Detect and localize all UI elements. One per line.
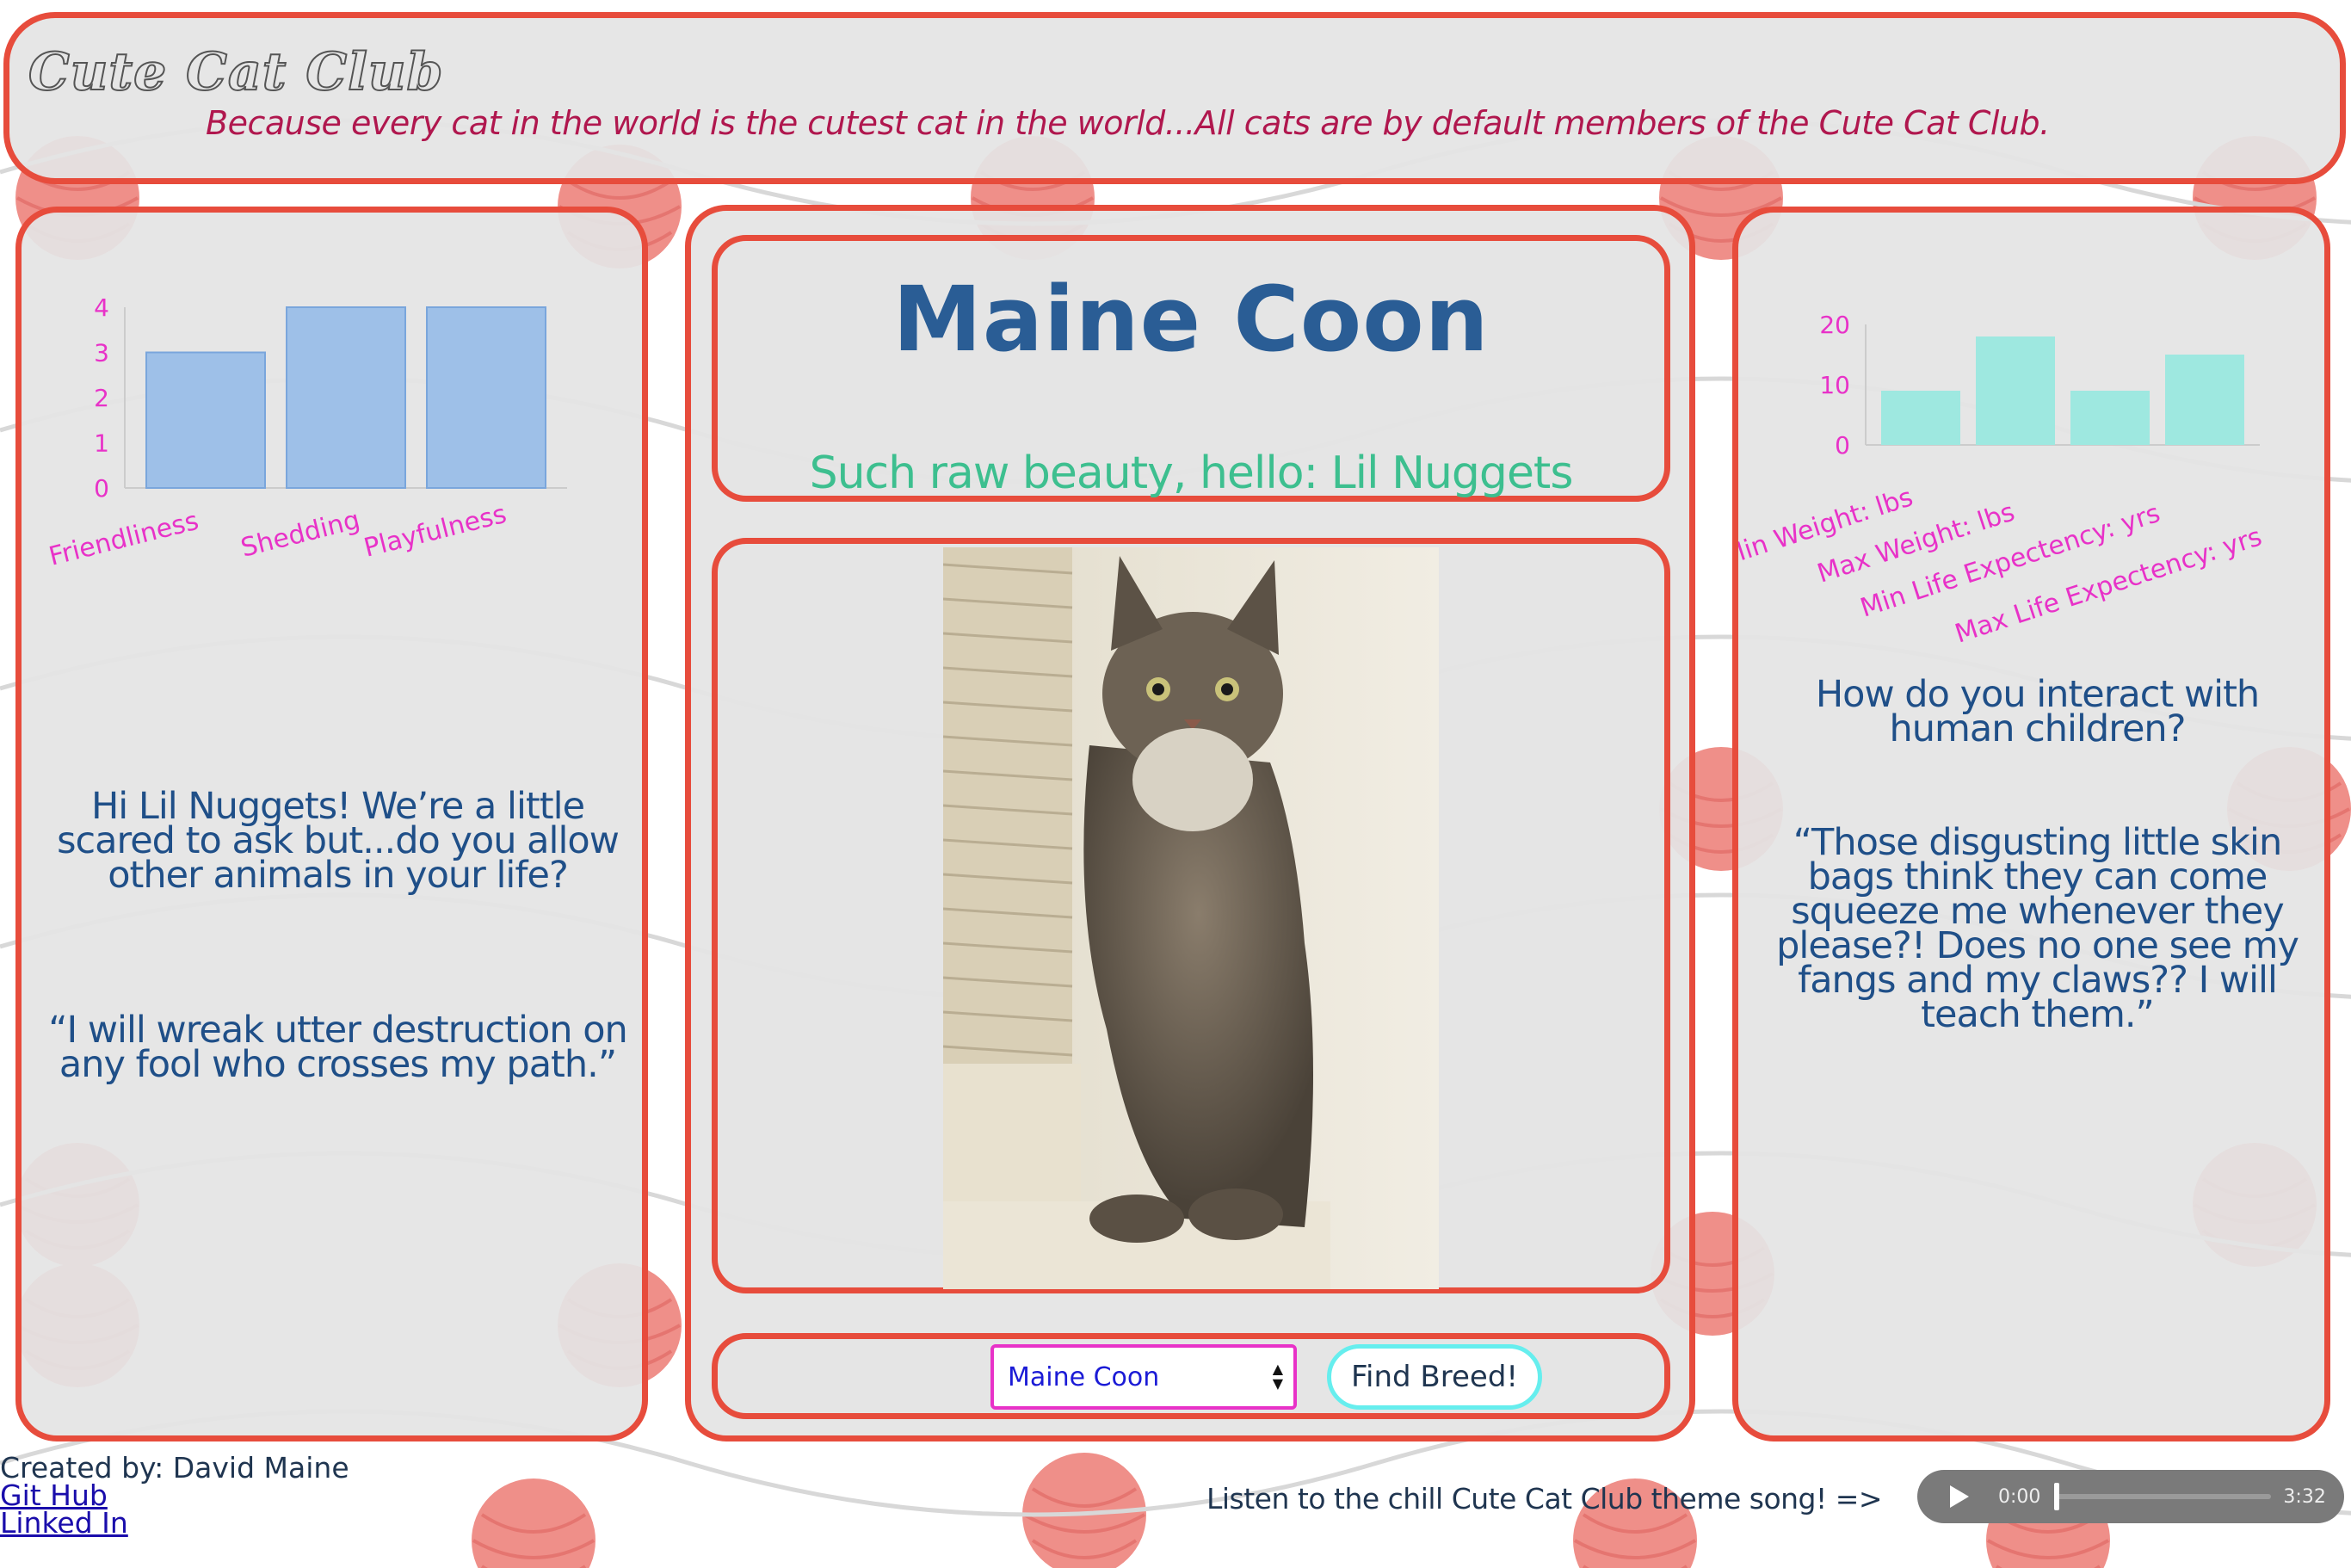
- x-tick-label: Friendliness: [46, 506, 201, 572]
- y-tick-label: 20: [1819, 311, 1850, 339]
- left-panel: 0 1 2 3 4 Friendliness Shedding Playfulness Hi …: [15, 207, 648, 1441]
- site-tagline: Because every cat in the world is the cu…: [206, 104, 2050, 142]
- audio-progress-knob[interactable]: [2054, 1483, 2060, 1510]
- breed-title-box: Maine Coon Such raw beauty, hello: Lil N…: [712, 235, 1670, 502]
- center-panel: Maine Coon Such raw beauty, hello: Lil N…: [685, 205, 1695, 1441]
- play-icon[interactable]: [1950, 1485, 1969, 1508]
- chart-bar: [426, 306, 546, 489]
- theme-song-text: Listen to the chill Cute Cat Club theme …: [1206, 1482, 1883, 1516]
- y-tick-label: 2: [94, 384, 109, 412]
- chart-bar: [2070, 391, 2150, 445]
- breed-controls: Maine Coon ▲ ▼ Find Breed!: [712, 1333, 1670, 1419]
- stats-bar-chart: 01020Min Weight: lbsMax Weight: lbsMin L…: [1738, 311, 2266, 650]
- right-answer: “Those disgusting little skin bags think…: [1776, 821, 2299, 1036]
- audio-duration: 3:32: [2283, 1485, 2326, 1508]
- breed-greeting: Such raw beauty, hello: Lil Nuggets: [809, 448, 1574, 499]
- y-tick-label: 0: [1835, 431, 1850, 460]
- cat-photo: [943, 547, 1439, 1289]
- site-logo: Cute Cat Club: [28, 41, 444, 103]
- chart-bar: [1881, 391, 1960, 445]
- y-tick-label: 0: [94, 474, 109, 503]
- personality-bar-chart: 0 1 2 3 4 Friendliness SheddingPlayfulness: [46, 293, 567, 572]
- right-panel: 0 10 20 Min Weight: lbs Max Weight: lbs Min L…: [1732, 207, 2330, 1441]
- x-tick-label: Playfulness: [361, 499, 509, 564]
- y-tick-label: 10: [1819, 371, 1850, 399]
- chart-bar: [286, 306, 406, 489]
- audio-progress-track[interactable]: [2054, 1483, 2272, 1510]
- y-tick-label: 3: [94, 339, 109, 367]
- find-breed-button[interactable]: Find Breed!: [1327, 1344, 1542, 1410]
- left-answer: “I will wreak utter destruction on any f…: [48, 1009, 628, 1086]
- linkedin-link[interactable]: Linked In: [0, 1509, 349, 1537]
- y-tick-label: 1: [94, 429, 109, 458]
- right-question: How do you interact with human children?: [1815, 673, 2260, 750]
- audio-current-time: 0:00: [1998, 1485, 2041, 1508]
- breed-name: Maine Coon: [892, 267, 1490, 372]
- footer-credits: Created by: David Maine Git Hub Linked I…: [0, 1454, 349, 1537]
- chart-bar: [1976, 336, 2055, 445]
- y-tick-label: 4: [94, 293, 109, 322]
- select-arrows-icon: ▲ ▼: [1272, 1361, 1283, 1392]
- chart-bar: [145, 351, 266, 489]
- left-question: Hi Lil Nuggets! We’re a little scared to…: [57, 785, 620, 897]
- breed-select-value: Maine Coon: [1008, 1361, 1160, 1392]
- chart-bar: [2165, 355, 2244, 445]
- x-tick-label: Shedding: [238, 505, 362, 564]
- breed-select[interactable]: Maine Coon ▲ ▼: [990, 1344, 1297, 1410]
- breed-image-box: [712, 538, 1670, 1293]
- audio-player[interactable]: 0:00 3:32: [1917, 1470, 2344, 1523]
- site-header: Cute Cat Club Because every cat in the w…: [3, 12, 2346, 184]
